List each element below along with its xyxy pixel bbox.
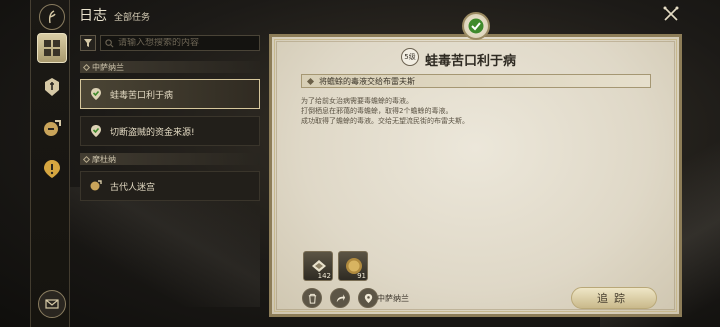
mail-button[interactable] <box>38 290 66 318</box>
region-location-button[interactable] <box>358 288 378 308</box>
description-line: 成功取得了蟾蜍的毒液。交给无望流民街的布雷夫斯。 <box>301 117 469 125</box>
check-icon <box>468 18 484 34</box>
grid-icon <box>44 40 60 56</box>
sub-quest-tab[interactable] <box>38 115 66 143</box>
share-quest-button[interactable] <box>330 288 350 308</box>
map-pin-icon <box>364 293 372 303</box>
sub-quest-icon <box>88 178 104 194</box>
group-header-label: 摩杜纳 <box>92 154 116 164</box>
description-line: 打倒栖息在邪蔼的毒蟾蜍，取得2个蟾蜍的毒液。 <box>301 107 453 115</box>
diamond-icon <box>306 77 315 85</box>
quest-title: 蛙毒苦口利于病 <box>425 54 517 69</box>
track-button[interactable]: 追踪 <box>571 287 657 309</box>
share-arrow-icon <box>336 293 345 302</box>
main-story-tab[interactable] <box>38 73 66 101</box>
sub-quest-icon <box>44 120 61 136</box>
mail-icon <box>45 299 59 309</box>
group-header[interactable]: 摩杜纳 <box>80 153 260 165</box>
feature-quest-tab[interactable] <box>38 155 66 183</box>
quest-description: 为了给前女治病需要毒蟾蜍的毒液。 打倒栖息在邪蔼的毒蟾蜍，取得2个蟾蜍的毒液。 … <box>301 96 661 126</box>
quest-item[interactable]: 蛙毒苦口利于病 <box>80 79 260 109</box>
group-header[interactable]: 中萨纳兰 <box>80 61 260 73</box>
check-icon <box>88 86 104 102</box>
search-box <box>100 35 260 51</box>
trash-icon <box>308 293 316 304</box>
check-icon <box>88 123 104 139</box>
background-decoration <box>60 187 260 307</box>
feature-quest-icon <box>44 160 60 178</box>
abandon-quest-button[interactable] <box>302 288 322 308</box>
search-row <box>80 35 260 51</box>
quest-complete-badge <box>462 12 490 40</box>
page-subtitle: 全部任务 <box>114 13 151 23</box>
main-quest-icon <box>45 78 59 96</box>
page-title: 日志 <box>79 8 107 24</box>
close-icon <box>663 6 679 21</box>
quest-item-title: 切断盗贼的资金来源! <box>110 127 195 138</box>
reward-count: 142 <box>317 272 331 280</box>
quest-item-title: 蛙毒苦口利于病 <box>110 90 174 101</box>
diamond-icon <box>82 155 91 163</box>
search-icon <box>105 38 114 47</box>
description-line: 为了给前女治病需要毒蟾蜍的毒液。 <box>301 97 413 105</box>
quest-level-badge: 5级 <box>401 48 419 66</box>
reward-slot[interactable]: 142 <box>303 251 333 281</box>
quest-item-title: 古代人迷宫 <box>110 182 156 193</box>
filter-icon <box>84 39 92 47</box>
quest-item[interactable]: 古代人迷宫 <box>80 171 260 201</box>
quest-objective: 将蟾蜍的毒液交给布雷夫斯 <box>301 74 651 88</box>
journal-emblem-icon <box>39 4 65 30</box>
group-header-label: 中萨纳兰 <box>92 62 124 72</box>
objective-text: 将蟾蜍的毒液交给布雷夫斯 <box>319 76 415 86</box>
filter-button[interactable] <box>80 35 96 51</box>
reward-slot[interactable]: 91 <box>338 251 368 281</box>
diamond-icon <box>82 63 91 71</box>
search-input[interactable] <box>118 38 248 48</box>
close-button[interactable] <box>662 5 680 23</box>
all-quests-tab[interactable] <box>37 33 67 63</box>
quest-item[interactable]: 切断盗贼的资金来源! <box>80 116 260 146</box>
reward-count: 91 <box>357 272 366 280</box>
quest-region: 中萨纳兰 <box>377 294 409 303</box>
